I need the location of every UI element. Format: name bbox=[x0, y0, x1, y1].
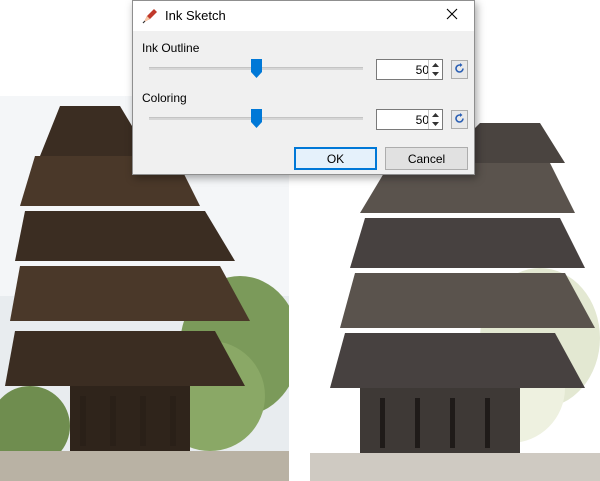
spinner-up-button[interactable] bbox=[429, 110, 442, 119]
triangle-up-icon bbox=[432, 112, 439, 117]
ink-sketch-dialog: Ink Sketch Ink Outline 50 Coloring 50 OK… bbox=[132, 0, 475, 175]
slider-thumb[interactable] bbox=[251, 109, 262, 128]
reset-icon bbox=[454, 111, 465, 129]
slider-thumb[interactable] bbox=[251, 59, 262, 78]
ink-outline-slider[interactable] bbox=[149, 59, 363, 78]
coloring-reset-button[interactable] bbox=[451, 110, 468, 129]
title-bar[interactable]: Ink Sketch bbox=[133, 1, 474, 31]
triangle-down-icon bbox=[432, 71, 439, 76]
triangle-up-icon bbox=[432, 62, 439, 67]
ink-sketch-icon bbox=[141, 7, 159, 25]
coloring-value-input[interactable] bbox=[377, 110, 431, 129]
coloring-label: Coloring bbox=[142, 91, 187, 105]
triangle-down-icon bbox=[432, 121, 439, 126]
spinner-arrows bbox=[428, 60, 442, 79]
spinner-up-button[interactable] bbox=[429, 60, 442, 69]
coloring-spinner[interactable] bbox=[376, 109, 443, 130]
dialog-title: Ink Sketch bbox=[165, 8, 226, 23]
ink-outline-label: Ink Outline bbox=[142, 41, 200, 55]
spinner-down-button[interactable] bbox=[429, 119, 442, 128]
spinner-arrows bbox=[428, 110, 442, 129]
reset-icon bbox=[454, 61, 465, 79]
ink-outline-value-input[interactable] bbox=[377, 60, 431, 79]
ink-outline-spinner[interactable] bbox=[376, 59, 443, 80]
spinner-down-button[interactable] bbox=[429, 69, 442, 78]
ok-button[interactable]: OK bbox=[294, 147, 377, 170]
close-button[interactable] bbox=[430, 1, 474, 31]
close-icon bbox=[446, 7, 458, 25]
coloring-slider[interactable] bbox=[149, 109, 363, 128]
cancel-button[interactable]: Cancel bbox=[385, 147, 468, 170]
ink-outline-reset-button[interactable] bbox=[451, 60, 468, 79]
